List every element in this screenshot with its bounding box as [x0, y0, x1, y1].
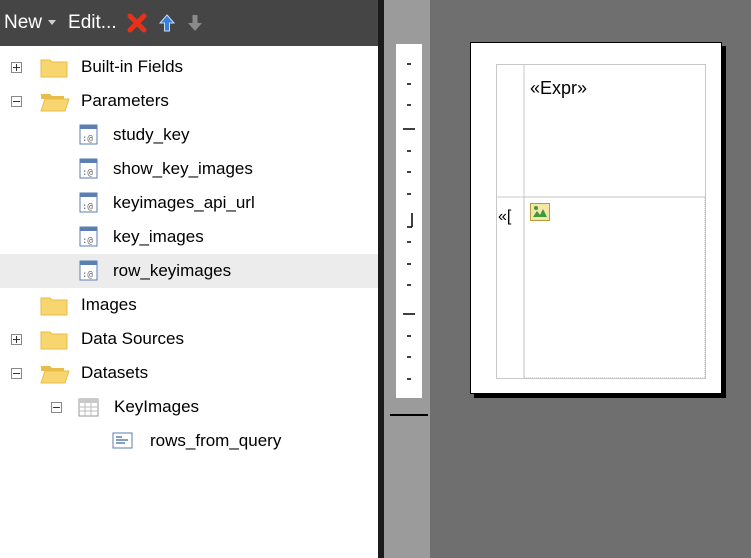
- move-up-button[interactable]: [158, 14, 175, 32]
- edit-button[interactable]: Edit...: [68, 12, 117, 34]
- svg-text::@: :@: [82, 236, 93, 246]
- dropdown-arrow-icon: [48, 20, 57, 26]
- collapse-icon[interactable]: [11, 368, 22, 379]
- delete-icon: [127, 13, 147, 33]
- parameter-icon: :@: [79, 158, 98, 179]
- edit-label: Edit...: [68, 12, 117, 33]
- ruler-end-line: [390, 414, 428, 416]
- folder-icon: [40, 297, 68, 316]
- tree-node-label: Parameters: [81, 91, 169, 110]
- dataset-table-icon: [78, 398, 99, 417]
- clipped-expr-textbox[interactable]: «[: [498, 208, 518, 226]
- move-up-icon: [158, 14, 175, 32]
- tree-node-parameter-selected[interactable]: :@ row_keyimages: [0, 254, 378, 288]
- expand-icon[interactable]: [11, 334, 22, 345]
- tree-node-label: rows_from_query: [150, 431, 282, 450]
- report-data-panel: New Edit... Built-in Fields Parameters:…: [0, 0, 378, 558]
- vertical-ruler: [396, 44, 422, 398]
- collapse-icon[interactable]: [51, 402, 62, 413]
- svg-text::@: :@: [82, 134, 93, 144]
- tree-node-datasets[interactable]: Datasets: [0, 356, 378, 390]
- folder-icon: [40, 331, 68, 350]
- delete-button[interactable]: [127, 13, 147, 33]
- new-label: New: [4, 12, 43, 33]
- svg-text::@: :@: [82, 168, 93, 178]
- tree-node-label: key_images: [113, 227, 204, 246]
- field-icon: [112, 432, 133, 449]
- parameter-icon: :@: [79, 192, 98, 213]
- svg-text::@: :@: [82, 202, 93, 212]
- tree-node-label: row_keyimages: [113, 261, 232, 280]
- tree-node-parameter[interactable]: :@ keyimages_api_url: [0, 186, 378, 220]
- parameter-icon: :@: [79, 260, 98, 281]
- report-data-toolbar: New Edit...: [0, 0, 378, 46]
- tree-node-parameters[interactable]: Parameters: [0, 84, 378, 118]
- open-folder-icon: [40, 94, 70, 112]
- tree-node-label: Built-in Fields: [81, 57, 184, 76]
- expr-textbox[interactable]: «Expr»: [530, 78, 587, 99]
- tree-node-label: show_key_images: [113, 159, 253, 178]
- tree-node-label: study_key: [113, 125, 190, 144]
- tree-node-parameter[interactable]: :@ study_key: [0, 118, 378, 152]
- tree-node-field[interactable]: rows_from_query: [0, 424, 378, 458]
- collapse-icon[interactable]: [11, 96, 22, 107]
- tablix-grid[interactable]: [496, 64, 706, 379]
- tree-node-label: KeyImages: [114, 397, 200, 416]
- folder-icon: [40, 59, 68, 78]
- tree-node-images[interactable]: Images: [0, 288, 378, 322]
- image-placeholder-icon[interactable]: [530, 203, 550, 221]
- tree-node-parameter[interactable]: :@ show_key_images: [0, 152, 378, 186]
- tree-node-dataset-keyimages[interactable]: KeyImages: [0, 390, 378, 424]
- open-folder-icon: [40, 366, 70, 384]
- tree-node-label: keyimages_api_url: [113, 193, 255, 212]
- move-down-button[interactable]: [187, 14, 203, 32]
- svg-text::@: :@: [82, 270, 93, 280]
- tree-node-built-in-fields[interactable]: Built-in Fields: [0, 50, 378, 84]
- tree-node-parameter[interactable]: :@ key_images: [0, 220, 378, 254]
- move-down-icon: [187, 15, 202, 31]
- tree-node-label: Data Sources: [81, 329, 184, 348]
- parameter-icon: :@: [79, 124, 98, 145]
- tree-node-label: Images: [81, 295, 137, 314]
- tree-node-data-sources[interactable]: Data Sources: [0, 322, 378, 356]
- parameter-icon: :@: [79, 226, 98, 247]
- tree-node-label: Datasets: [81, 363, 149, 382]
- expand-icon[interactable]: [11, 62, 22, 73]
- new-button[interactable]: New: [4, 12, 57, 34]
